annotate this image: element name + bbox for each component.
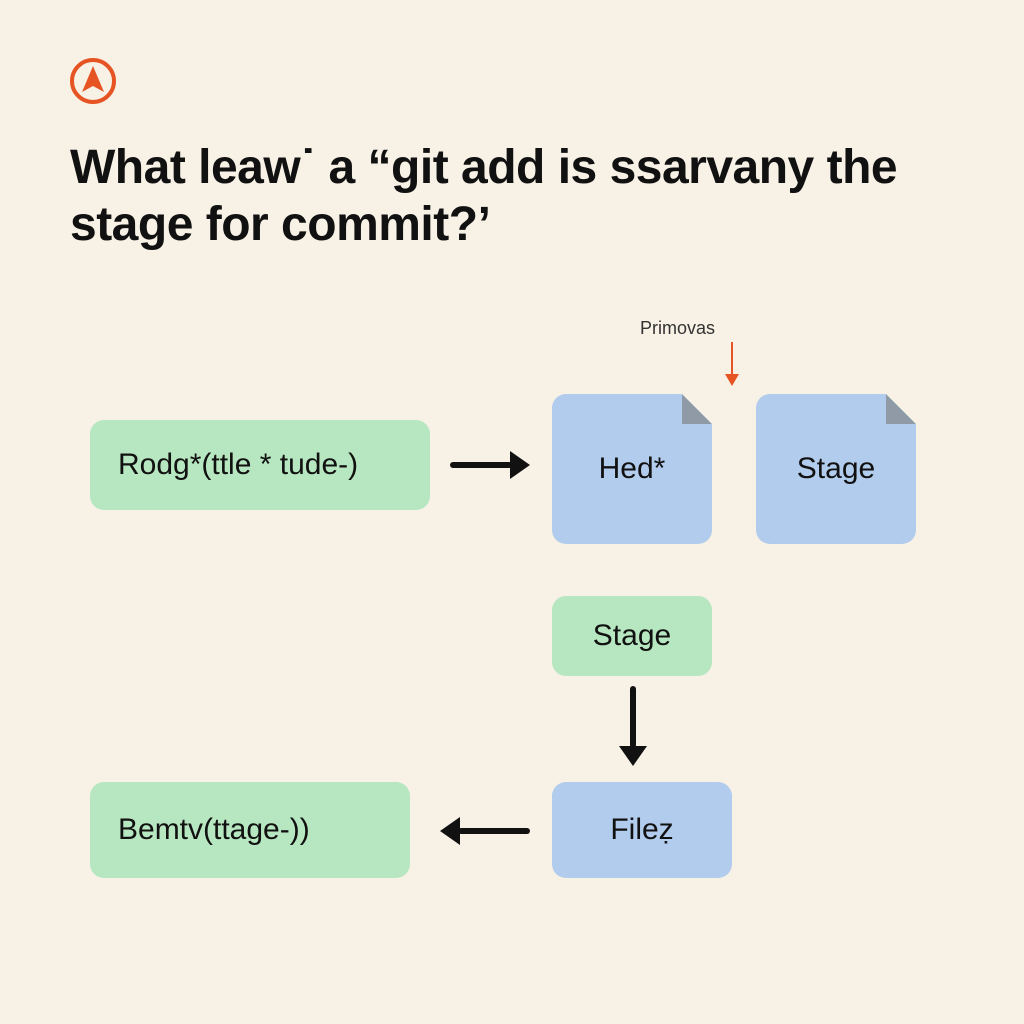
node-bemtv: Bemtv(ttage-)) — [90, 782, 410, 878]
node-hed: Hed* — [552, 394, 712, 544]
arrow-stage-to-filez-icon — [618, 686, 648, 766]
node-filez: Fileẓ — [552, 782, 732, 878]
annotation-label: Primovas — [640, 318, 715, 339]
diagram-canvas: Primovas Rodg*(ttle * tude-) Hed* Stage … — [0, 0, 1024, 1024]
arrow-filez-to-bemtv-icon — [440, 816, 530, 846]
node-stage-box: Stage — [552, 596, 712, 676]
arrow-rodg-to-hed-icon — [450, 450, 530, 480]
node-stage-file: Stage — [756, 394, 916, 544]
annotation-arrow-icon — [720, 342, 744, 386]
node-rodg: Rodg*(ttle * tude-) — [90, 420, 430, 510]
